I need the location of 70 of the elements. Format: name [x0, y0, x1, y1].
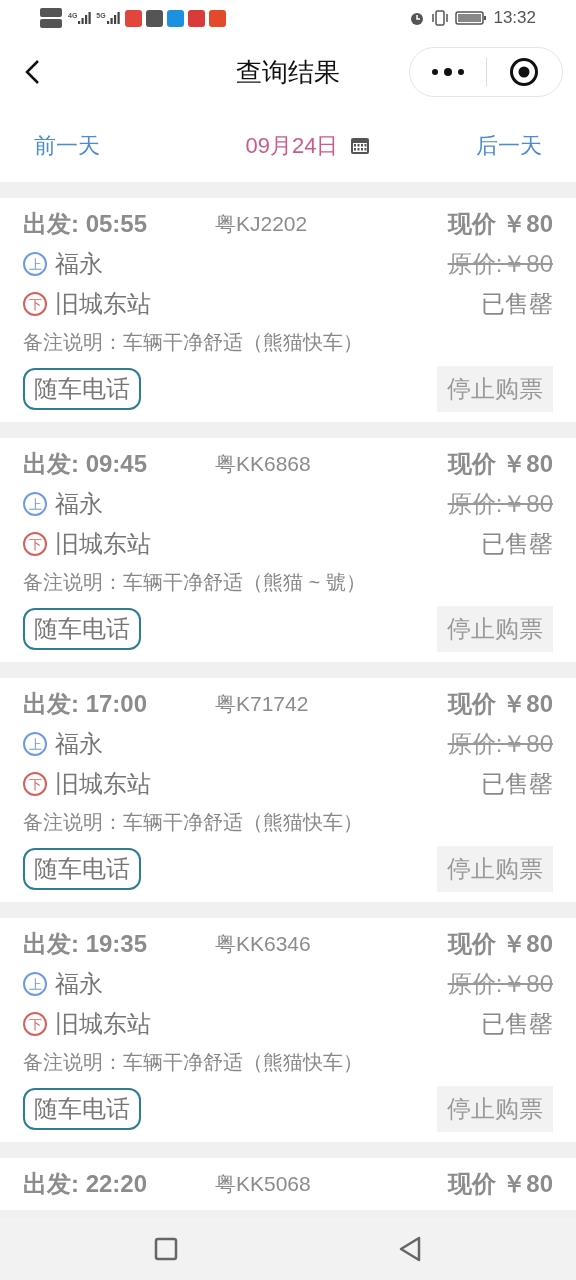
remark-text: 备注说明：车辆干净舒适（熊猫快车）	[23, 1050, 363, 1075]
alight-badge: 下	[23, 532, 47, 556]
sale-status: 已售罄	[481, 289, 553, 319]
app-notification-icon	[124, 9, 142, 27]
departure-time: 出发: 19:35	[23, 929, 149, 959]
driver-phone-button[interactable]: 随车电话	[23, 1088, 141, 1130]
boarding-station: 福永	[55, 249, 103, 279]
remark-text: 备注说明：车辆干净舒适（熊猫快车）	[23, 810, 363, 835]
sale-status: 已售罄	[481, 529, 553, 559]
departure-time: 出发: 05:55	[23, 209, 149, 239]
current-price: 现价 ￥80	[447, 689, 553, 719]
alighting-station: 旧城东站	[55, 289, 151, 319]
alighting-station: 旧城东站	[55, 529, 151, 559]
boarding-station: 福永	[55, 969, 103, 999]
alight-badge: 下	[23, 292, 47, 316]
remark-text: 备注说明：车辆干净舒适（熊猫快车）	[23, 330, 363, 355]
original-price: 原价:￥80	[447, 489, 553, 519]
plate-number: 粤KK6346	[215, 931, 311, 958]
departure-time: 出发: 09:45	[23, 449, 149, 479]
board-badge: 上	[23, 732, 47, 756]
more-icon	[430, 67, 465, 77]
board-badge: 上	[23, 972, 47, 996]
sim-icon	[40, 8, 62, 17]
original-price: 原价:￥80	[447, 249, 553, 279]
original-price: 原价:￥80	[447, 969, 553, 999]
board-badge: 上	[23, 492, 47, 516]
battery-icon	[455, 10, 488, 26]
recent-apps-icon[interactable]	[154, 1237, 178, 1261]
sim-icon	[40, 19, 62, 28]
sale-status: 已售罄	[481, 1009, 553, 1039]
alighting-station: 旧城东站	[55, 1009, 151, 1039]
plate-number: 粤KJ2202	[215, 211, 308, 238]
app-notification-icon	[208, 9, 226, 27]
current-price: 现价 ￥80	[447, 929, 553, 959]
driver-phone-button[interactable]: 随车电话	[23, 848, 141, 890]
plate-number: 粤KK6868	[215, 451, 311, 478]
original-price: 原价:￥80	[447, 729, 553, 759]
clock-time: 13:32	[493, 7, 536, 30]
remark-text: 备注说明：车辆干净舒适（熊猫 ~ 號）	[23, 570, 366, 595]
previous-day-link[interactable]: 前一天	[34, 128, 100, 162]
current-price: 现价 ￥80	[447, 209, 553, 239]
alarm-icon	[409, 10, 426, 26]
signal-icon	[78, 12, 93, 24]
plate-number: 粤K71742	[215, 691, 309, 718]
alight-badge: 下	[23, 1012, 47, 1036]
plate-number: 粤KK5068	[215, 1171, 311, 1198]
current-price: 现价 ￥80	[447, 1169, 553, 1199]
board-badge: 上	[23, 252, 47, 276]
vibrate-icon	[431, 10, 450, 26]
driver-phone-button[interactable]: 随车电话	[23, 368, 141, 410]
app-notification-icon	[145, 9, 163, 27]
selected-date: 09月24日	[245, 131, 339, 160]
target-icon	[509, 57, 540, 87]
departure-time: 出发: 17:00	[23, 689, 149, 719]
current-price: 现价 ￥80	[447, 449, 553, 479]
next-day-link[interactable]: 后一天	[476, 128, 542, 162]
alighting-station: 旧城东站	[55, 769, 151, 799]
page-title: 查询结果	[236, 55, 340, 89]
calendar-icon[interactable]	[350, 135, 371, 155]
back-icon	[24, 59, 40, 85]
boarding-station: 福永	[55, 489, 103, 519]
boarding-station: 福永	[55, 729, 103, 759]
alight-badge: 下	[23, 772, 47, 796]
back-triangle-icon[interactable]	[398, 1236, 422, 1262]
signal-icon	[106, 12, 121, 24]
sale-status: 已售罄	[481, 769, 553, 799]
app-notification-icon	[166, 9, 184, 27]
driver-phone-button[interactable]: 随车电话	[23, 608, 141, 650]
app-notification-icon	[187, 9, 205, 27]
departure-time: 出发: 22:20	[23, 1169, 149, 1199]
